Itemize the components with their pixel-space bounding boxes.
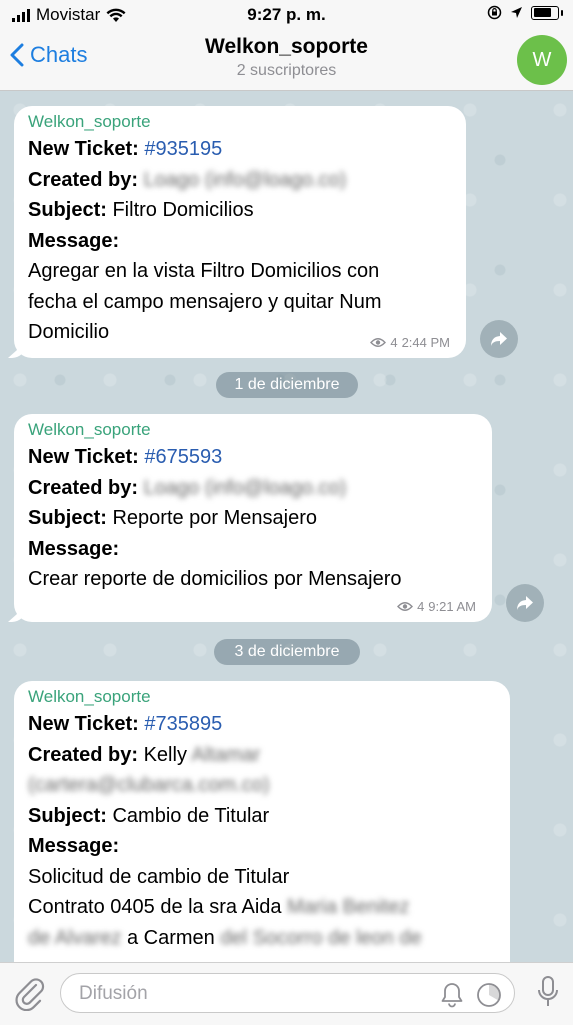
message-sender[interactable]: Welkon_soporte bbox=[28, 420, 478, 440]
ticket-hashtag[interactable]: #675593 bbox=[144, 446, 222, 468]
date-separator: 3 de diciembre bbox=[214, 639, 360, 665]
redacted-text: del Socorro de leon de bbox=[220, 926, 422, 949]
message-label: Message: bbox=[28, 229, 120, 252]
date-separator: 1 de diciembre bbox=[216, 372, 358, 398]
eye-icon bbox=[370, 338, 387, 347]
message-label: Message: bbox=[28, 835, 120, 857]
broadcast-input[interactable] bbox=[77, 980, 421, 1008]
forward-icon bbox=[491, 332, 507, 346]
message-bubble[interactable]: Welkon_soporte New Ticket: #675593 Creat… bbox=[8, 414, 492, 622]
redacted-text: de Alvarez bbox=[28, 926, 122, 949]
subject-value: Cambio de Titular bbox=[112, 804, 270, 827]
redacted-creator: Altamar bbox=[191, 743, 261, 766]
ticket-hashtag[interactable]: #935195 bbox=[144, 138, 222, 160]
channel-title[interactable]: Welkon_soporte bbox=[0, 35, 573, 59]
subject-line: Subject: Reporte por Mensajero bbox=[28, 507, 318, 529]
subject-value: Filtro Domicilios bbox=[112, 199, 254, 221]
status-right bbox=[487, 5, 563, 20]
created-by-line: Created by: Kelly Altamar bbox=[28, 743, 261, 766]
message-label: Message: bbox=[28, 537, 120, 560]
subject-line: Subject: Cambio de Titular bbox=[28, 804, 270, 827]
message-time: 9:21 AM bbox=[428, 599, 476, 614]
message-body-line: Agregar en la vista Filtro Domicilios co… bbox=[28, 260, 380, 282]
message-body-line: Solicitud de cambio de Titular bbox=[28, 865, 290, 888]
battery-icon bbox=[531, 5, 563, 20]
eye-icon bbox=[397, 602, 414, 611]
message-body-line: fecha el campo mensajero y quitar Num bbox=[28, 290, 382, 313]
subject-line: Subject: Filtro Domicilios bbox=[28, 199, 254, 221]
timer-icon bbox=[477, 983, 501, 1007]
view-count: 4 bbox=[390, 335, 398, 350]
message-bubble[interactable]: Welkon_soporte New Ticket: #935195 Creat… bbox=[8, 106, 466, 358]
message-body-line: Crear reporte de domicilios por Mensajer… bbox=[28, 568, 402, 590]
subscriber-count: 2 suscriptores bbox=[236, 62, 337, 79]
created-by-line: Created by: Loago (info@loago.co) bbox=[28, 168, 347, 191]
message-meta: 4 9:21 AM bbox=[397, 599, 476, 614]
redacted-email: (cartera@clubarca.com.co) bbox=[28, 774, 270, 796]
forward-button[interactable] bbox=[480, 320, 518, 358]
microphone-icon bbox=[538, 976, 558, 1006]
ticket-line: New Ticket: #675593 bbox=[28, 446, 223, 468]
message-body-line: de Alvarez a Carmen del Socorro de leon … bbox=[28, 926, 422, 949]
redacted-creator: Loago (info@loago.co) bbox=[143, 476, 347, 499]
ticket-hashtag[interactable]: #735895 bbox=[144, 713, 222, 735]
message-body-line: Contrato 0405 de la sra Aida Maria Benit… bbox=[28, 896, 410, 918]
bell-icon bbox=[441, 983, 463, 1008]
ticket-line: New Ticket: #935195 bbox=[28, 138, 223, 160]
paperclip-icon bbox=[15, 978, 45, 1012]
message-bubble[interactable]: Welkon_soporte New Ticket: #735895 Creat… bbox=[14, 681, 510, 981]
ticket-line: New Ticket: #735895 bbox=[28, 713, 223, 735]
message-sender[interactable]: Welkon_soporte bbox=[28, 112, 452, 132]
message-field[interactable] bbox=[60, 973, 515, 1013]
location-arrow-icon bbox=[511, 7, 522, 18]
view-count: 4 bbox=[417, 599, 425, 614]
redacted-creator: Loago (info@loago.co) bbox=[143, 168, 347, 191]
creator-name: Kelly bbox=[143, 743, 187, 766]
created-by-email-line: (cartera@clubarca.com.co) bbox=[28, 770, 496, 801]
voice-record-button[interactable] bbox=[537, 975, 559, 1014]
subject-value: Reporte por Mensajero bbox=[112, 507, 318, 529]
message-meta: 4 2:44 PM bbox=[370, 335, 450, 350]
navigation-bar: Chats Welkon_soporte 2 suscriptores W bbox=[0, 30, 573, 91]
forward-button[interactable] bbox=[506, 584, 544, 622]
attach-button[interactable] bbox=[14, 977, 46, 1016]
channel-avatar[interactable]: W bbox=[517, 35, 567, 85]
timer-button[interactable] bbox=[476, 982, 502, 1013]
message-time: 2:44 PM bbox=[401, 335, 450, 350]
silent-broadcast-button[interactable] bbox=[440, 982, 464, 1013]
input-bar bbox=[0, 962, 573, 1025]
redacted-text: Maria Benitez bbox=[287, 896, 410, 918]
lock-rotation-icon bbox=[487, 5, 502, 20]
status-bar: Movistar 9:27 p. m. bbox=[0, 0, 573, 30]
message-sender[interactable]: Welkon_soporte bbox=[28, 687, 496, 707]
created-by-line: Created by: Loago (info@loago.co) bbox=[28, 476, 347, 499]
forward-icon bbox=[517, 596, 533, 610]
